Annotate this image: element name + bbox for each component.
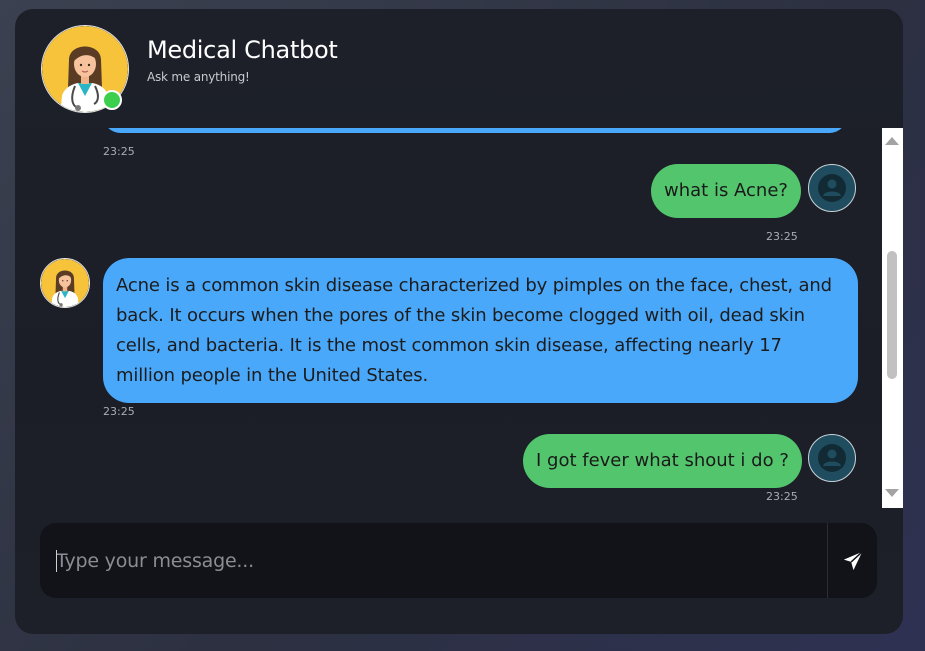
send-button[interactable] <box>828 523 877 598</box>
scroll-down-arrow-icon[interactable] <box>885 489 899 497</box>
chat-subtitle: Ask me anything! <box>147 70 250 84</box>
online-status-dot <box>102 90 122 110</box>
user-message-bubble: I got fever what shout i do ? <box>523 434 802 488</box>
user-message-bubble: what is Acne? <box>651 164 801 218</box>
text-caret <box>56 550 57 572</box>
user-icon <box>818 444 846 472</box>
paper-plane-icon <box>843 550 863 570</box>
chat-window: Medical Chatbot Ask me anything! 23:25 w… <box>15 9 903 634</box>
message-scrollbar[interactable] <box>882 128 903 508</box>
scroll-up-arrow-icon[interactable] <box>885 137 899 145</box>
message-timestamp: 23:25 <box>103 405 135 418</box>
bot-message-bubble <box>103 128 847 133</box>
user-avatar <box>808 434 856 482</box>
user-avatar <box>808 164 856 212</box>
user-icon <box>818 174 846 202</box>
message-list[interactable]: 23:25 what is Acne? 23:25 Acne is a comm… <box>15 128 882 508</box>
scrollbar-thumb[interactable] <box>887 251 897 379</box>
bot-message-bubble: Acne is a common skin disease characteri… <box>103 258 858 403</box>
chat-title: Medical Chatbot <box>147 36 338 64</box>
message-timestamp: 23:25 <box>103 145 135 158</box>
message-input[interactable] <box>40 523 827 598</box>
chat-header: Medical Chatbot Ask me anything! <box>15 9 903 129</box>
doctor-avatar-icon <box>40 258 90 308</box>
message-timestamp: 23:25 <box>766 230 798 243</box>
message-composer <box>40 523 877 598</box>
message-timestamp: 23:25 <box>766 490 798 503</box>
